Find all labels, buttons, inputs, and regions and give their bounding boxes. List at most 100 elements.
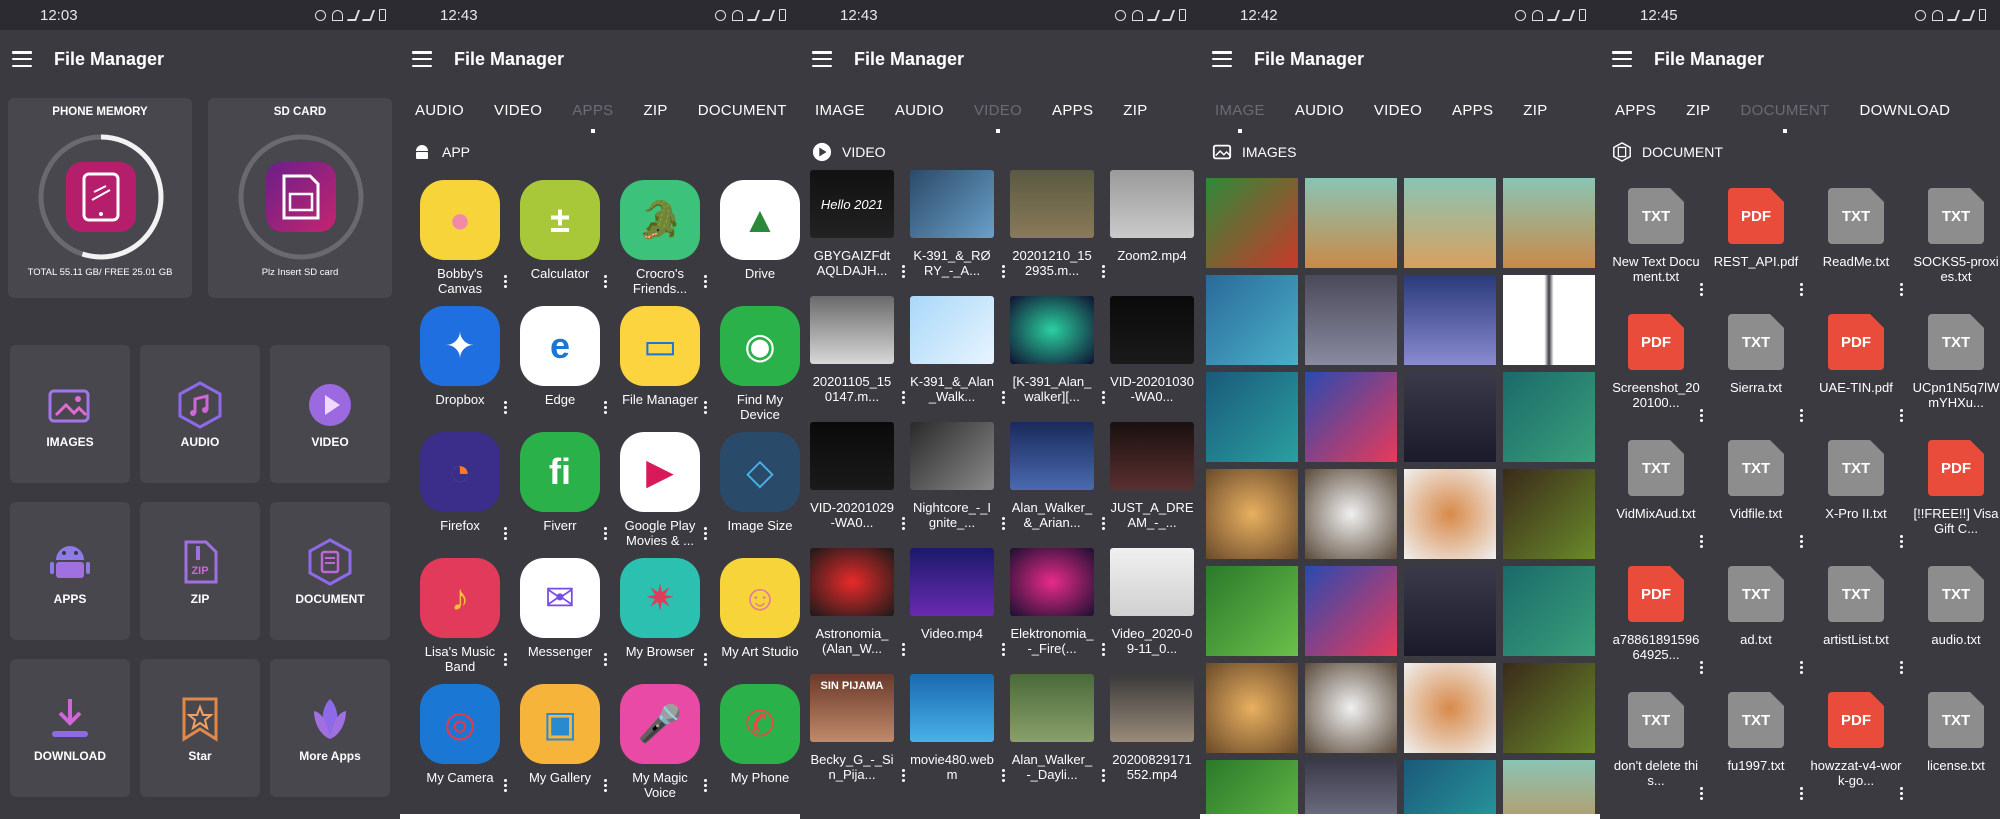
more-options-icon[interactable] xyxy=(1900,787,1904,800)
app-item[interactable]: ✷ My Browser xyxy=(610,558,710,684)
more-options-icon[interactable] xyxy=(504,653,508,666)
document-item[interactable]: PDF a7886189159664925... xyxy=(1606,566,1706,692)
more-options-icon[interactable] xyxy=(704,401,708,414)
document-item[interactable]: TXT ad.txt xyxy=(1706,566,1806,692)
category-audio[interactable]: AUDIO xyxy=(140,345,260,483)
image-thumbnail[interactable] xyxy=(1206,469,1298,559)
more-options-icon[interactable] xyxy=(704,653,708,666)
app-item[interactable]: ± Calculator xyxy=(510,180,610,306)
tab-apps[interactable]: APPS xyxy=(1037,102,1108,119)
phone-memory-card[interactable]: PHONE MEMORY TOTAL 55.11 GB/ FREE 25.01 … xyxy=(8,98,192,298)
document-item[interactable]: TXT VidMixAud.txt xyxy=(1606,440,1706,566)
document-item[interactable]: TXT audio.txt xyxy=(1906,566,2000,692)
more-options-icon[interactable] xyxy=(902,517,906,530)
video-item[interactable]: K-391_&_Alan_Walk... xyxy=(910,296,1008,422)
image-thumbnail[interactable] xyxy=(1206,275,1298,365)
document-item[interactable]: TXT artistList.txt xyxy=(1806,566,1906,692)
more-options-icon[interactable] xyxy=(604,527,608,540)
image-thumbnail[interactable] xyxy=(1206,663,1298,753)
image-thumbnail[interactable] xyxy=(1503,663,1595,753)
document-item[interactable]: TXT X-Pro II.txt xyxy=(1806,440,1906,566)
tab-video[interactable]: VIDEO xyxy=(1359,102,1437,119)
image-thumbnail[interactable] xyxy=(1206,178,1298,268)
image-thumbnail[interactable] xyxy=(1206,760,1298,819)
app-item[interactable]: e Edge xyxy=(510,306,610,432)
more-options-icon[interactable] xyxy=(604,653,608,666)
document-item[interactable]: TXT fu1997.txt xyxy=(1706,692,1806,818)
image-thumbnail[interactable] xyxy=(1305,760,1397,819)
image-thumbnail[interactable] xyxy=(1404,178,1496,268)
category-zip[interactable]: ZIP ZIP xyxy=(140,502,260,640)
tab-video[interactable]: VIDEO xyxy=(959,102,1037,119)
app-item[interactable]: 🎤 My Magic Voice xyxy=(610,684,710,810)
more-options-icon[interactable] xyxy=(1102,391,1106,404)
tab-audio[interactable]: AUDIO xyxy=(880,102,959,119)
app-item[interactable]: ▲ Drive xyxy=(710,180,800,306)
video-item[interactable]: Alan_Walker_-_Dayli... xyxy=(1010,674,1108,800)
video-item[interactable]: K-391_&_RØRY_-_A... xyxy=(910,170,1008,296)
video-item[interactable]: VID-20201030-WA0... xyxy=(1110,296,1200,422)
video-item[interactable]: 20200829171552.mp4 xyxy=(1110,674,1200,800)
app-item[interactable]: ▭ File Manager xyxy=(610,306,710,432)
image-thumbnail[interactable] xyxy=(1404,275,1496,365)
more-options-icon[interactable] xyxy=(1900,661,1904,674)
document-item[interactable]: TXT license.txt xyxy=(1906,692,2000,818)
app-item[interactable]: ◎ My Camera xyxy=(410,684,510,810)
app-item[interactable]: ☺ My Art Studio xyxy=(710,558,800,684)
tab-audio[interactable]: AUDIO xyxy=(400,102,479,119)
document-item[interactable]: TXT Vidfile.txt xyxy=(1706,440,1806,566)
document-item[interactable]: PDF [!!FREE!!] Visa Gift C... xyxy=(1906,440,2000,566)
image-thumbnail[interactable] xyxy=(1305,663,1397,753)
document-item[interactable]: PDF howzzat-v4-work-go... xyxy=(1806,692,1906,818)
more-options-icon[interactable] xyxy=(1900,283,1904,296)
more-options-icon[interactable] xyxy=(1700,283,1704,296)
more-options-icon[interactable] xyxy=(604,275,608,288)
more-options-icon[interactable] xyxy=(1002,391,1006,404)
more-options-icon[interactable] xyxy=(1800,283,1804,296)
image-thumbnail[interactable] xyxy=(1305,178,1397,268)
tab-apps[interactable]: APPS xyxy=(1437,102,1508,119)
app-item[interactable]: ✉ Messenger xyxy=(510,558,610,684)
category-images[interactable]: IMAGES xyxy=(10,345,130,483)
menu-icon[interactable] xyxy=(12,51,32,67)
category-document[interactable]: DOCUMENT xyxy=(270,502,390,640)
more-options-icon[interactable] xyxy=(1700,409,1704,422)
image-thumbnail[interactable] xyxy=(1503,469,1595,559)
image-thumbnail[interactable] xyxy=(1404,566,1496,656)
more-options-icon[interactable] xyxy=(504,779,508,792)
tab-zip[interactable]: ZIP xyxy=(1508,102,1562,119)
app-item[interactable]: ▣ My Gallery xyxy=(510,684,610,810)
menu-icon[interactable] xyxy=(812,51,832,67)
more-options-icon[interactable] xyxy=(1900,535,1904,548)
tab-apps[interactable]: APPS xyxy=(1600,102,1671,119)
more-options-icon[interactable] xyxy=(504,527,508,540)
more-options-icon[interactable] xyxy=(1102,265,1106,278)
image-thumbnail[interactable] xyxy=(1503,275,1595,365)
image-thumbnail[interactable] xyxy=(1305,275,1397,365)
tab-image[interactable]: IMAGE xyxy=(1200,102,1280,119)
document-item[interactable]: TXT SOCKS5-proxies.txt xyxy=(1906,188,2000,314)
video-item[interactable]: Video_2020-09-11_0... xyxy=(1110,548,1200,674)
more-options-icon[interactable] xyxy=(704,779,708,792)
document-item[interactable]: TXT UCpn1N5q7lWmYHXu... xyxy=(1906,314,2000,440)
tab-document[interactable]: DOCUMENT xyxy=(683,102,800,119)
tab-apps[interactable]: APPS xyxy=(557,102,628,119)
more-options-icon[interactable] xyxy=(1900,409,1904,422)
tab-document[interactable]: DOCUMENT xyxy=(1725,102,1844,119)
more-options-icon[interactable] xyxy=(1700,661,1704,674)
category-more-apps[interactable]: More Apps xyxy=(270,659,390,797)
more-options-icon[interactable] xyxy=(504,401,508,414)
more-options-icon[interactable] xyxy=(1800,535,1804,548)
more-options-icon[interactable] xyxy=(704,527,708,540)
video-item[interactable]: 20201210_152935.m... xyxy=(1010,170,1108,296)
video-item[interactable]: SIN PIJAMA Becky_G_-_Sin_Pija... xyxy=(810,674,908,800)
category-download[interactable]: DOWNLOAD xyxy=(10,659,130,797)
tab-video[interactable]: VIDEO xyxy=(479,102,557,119)
image-thumbnail[interactable] xyxy=(1404,372,1496,462)
document-item[interactable]: PDF Screenshot_2020100... xyxy=(1606,314,1706,440)
app-item[interactable]: ▶ Google Play Movies & ... xyxy=(610,432,710,558)
more-options-icon[interactable] xyxy=(1700,787,1704,800)
more-options-icon[interactable] xyxy=(1800,787,1804,800)
image-thumbnail[interactable] xyxy=(1503,760,1595,819)
app-item[interactable]: ● Bobby's Canvas xyxy=(410,180,510,306)
